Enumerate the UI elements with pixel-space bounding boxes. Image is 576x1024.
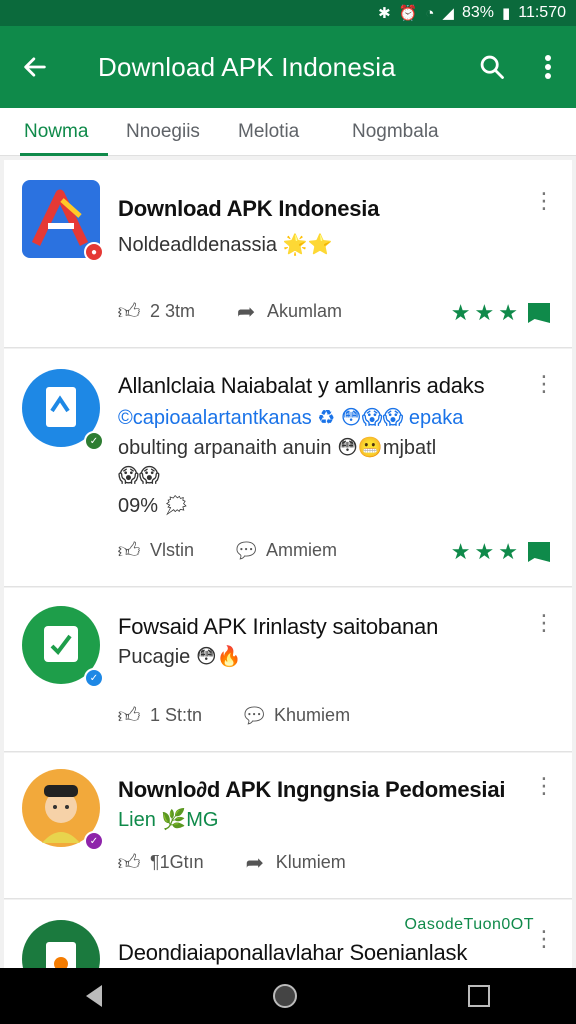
post-card[interactable]: ● Download APK Indonesia Noldeadldenassi…	[4, 160, 572, 348]
post-card[interactable]: ✓ Nownlo∂d APK Ingngnsia Pedomesiai Lien…	[4, 753, 572, 899]
post-text: Pucagie 😳🔥	[118, 646, 242, 668]
share-label: Klumiem	[275, 852, 346, 872]
status-badge: ✓	[84, 668, 104, 688]
tab-3[interactable]: Nogmbala	[352, 108, 439, 156]
star-icon: ★	[474, 539, 495, 564]
status-badge: ●	[84, 242, 104, 262]
post-card[interactable]: ✓ Fowsaid APK Irinlasty saitobanan Pucag…	[4, 588, 572, 752]
post-text: 😱😱	[118, 465, 160, 487]
battery-percent: 83%	[461, 4, 494, 21]
page-title: Download APK Indonesia	[98, 51, 396, 82]
app-avatar	[22, 920, 100, 968]
more-options-icon[interactable]: ⋮	[532, 771, 556, 801]
post-text: 09% 🗯	[118, 495, 189, 517]
wifi-icon: ◔	[425, 4, 435, 22]
home-nav-icon[interactable]	[272, 984, 297, 1008]
post-title: Deondiaiaponallavlahar Soenianlask	[118, 940, 468, 965]
star-icon: ★	[450, 539, 471, 564]
rating-stars: ★ ★ ★	[451, 300, 550, 326]
alarm-icon: ⏰	[398, 4, 418, 22]
post-card[interactable]: OasodeTuon0OT Deondiaiaponallavlahar Soe…	[4, 900, 572, 968]
recents-nav-icon[interactable]	[468, 985, 491, 1007]
status-bar: ✱ ⏰ ◔ ◢ 83% ▮ 11:570	[0, 0, 576, 26]
star-icon: ★	[498, 300, 518, 325]
tab-2[interactable]: Melotia	[238, 108, 299, 156]
share-icon[interactable]: ➦	[233, 299, 259, 325]
thumbs-up-icon[interactable]: 👍︎	[116, 702, 142, 729]
post-text: obulting arpanaith anuin 😳😬mjbatl	[118, 437, 437, 459]
tab-bar: Nowma Nnoegiis Melotia Nogmbala	[0, 108, 576, 156]
app-avatar: ✓	[22, 369, 104, 451]
more-options-icon[interactable]: ⋮	[532, 369, 556, 399]
tab-1[interactable]: Nnoegiis	[126, 108, 200, 156]
search-icon[interactable]	[464, 26, 520, 108]
post-title: Allanlclaia Naiabalat y amllanris adaks	[118, 373, 485, 398]
back-arrow-icon[interactable]	[0, 26, 70, 108]
star-icon: ★	[474, 300, 495, 325]
thumbs-up-icon[interactable]: 👍︎	[116, 537, 142, 564]
user-avatar: ✓	[22, 769, 104, 851]
back-nav-icon[interactable]	[85, 985, 102, 1007]
star-icon: ★	[450, 300, 471, 325]
post-text: ©capioaalartantkanas ♻ 😳😱😱 epaka	[118, 407, 464, 429]
post-title: Download APK Indonesia	[118, 196, 380, 221]
signal-icon: ◢	[442, 4, 454, 22]
status-badge: ✓	[84, 831, 104, 851]
post-title: Nownlo∂d APK Ingngnsia Pedomesiai	[118, 777, 506, 802]
comment-icon[interactable]: 💬︎	[232, 538, 260, 564]
comment-label: Ammiem	[266, 540, 338, 560]
bluetooth-icon: ✱	[378, 4, 391, 22]
like-count: 2 3tm	[150, 301, 196, 321]
post-meta: OasodeTuon0OT	[404, 916, 534, 933]
post-text: Noldeadldenassia 🌟⭐	[118, 234, 333, 256]
post-text: Lien 🌿MG	[118, 809, 219, 831]
more-options-icon[interactable]: ⋮	[532, 608, 556, 638]
star-icon: ★	[498, 539, 518, 564]
post-card[interactable]: ✓ Allanlclaia Naiabalat y amllanris adak…	[4, 349, 572, 587]
share-icon[interactable]: ➦	[242, 850, 268, 876]
rating-stars: ★ ★ ★	[451, 539, 550, 565]
app-bar: Download APK Indonesia	[0, 26, 576, 108]
battery-icon: ▮	[501, 4, 511, 22]
like-count: ¶1Gtın	[150, 852, 204, 872]
status-badge: ✓	[84, 431, 104, 451]
comment-icon[interactable]: 💬︎	[240, 703, 268, 729]
app-avatar: ●	[22, 180, 104, 262]
flag-icon	[528, 542, 550, 562]
clock: 11:570	[518, 4, 566, 21]
share-label: Akumlam	[267, 301, 343, 321]
like-count: Vlstin	[150, 540, 195, 560]
comment-label: Khumiem	[274, 705, 351, 725]
tab-0[interactable]: Nowma	[19, 108, 109, 156]
app-avatar: ✓	[22, 606, 104, 688]
post-title: Fowsaid APK Irinlasty saitobanan	[118, 614, 439, 639]
more-options-icon[interactable]: ⋮	[532, 924, 556, 954]
system-nav-bar	[0, 968, 576, 1024]
overflow-menu-icon[interactable]	[520, 26, 576, 108]
flag-icon	[528, 303, 550, 323]
like-count: 1 St:tn	[150, 705, 203, 725]
thumbs-up-icon[interactable]: 👍︎	[116, 298, 142, 325]
thumbs-up-icon[interactable]: 👍︎	[116, 849, 142, 876]
more-options-icon[interactable]: ⋮	[532, 186, 556, 216]
post-feed: ● Download APK Indonesia Noldeadldenassi…	[4, 160, 572, 968]
